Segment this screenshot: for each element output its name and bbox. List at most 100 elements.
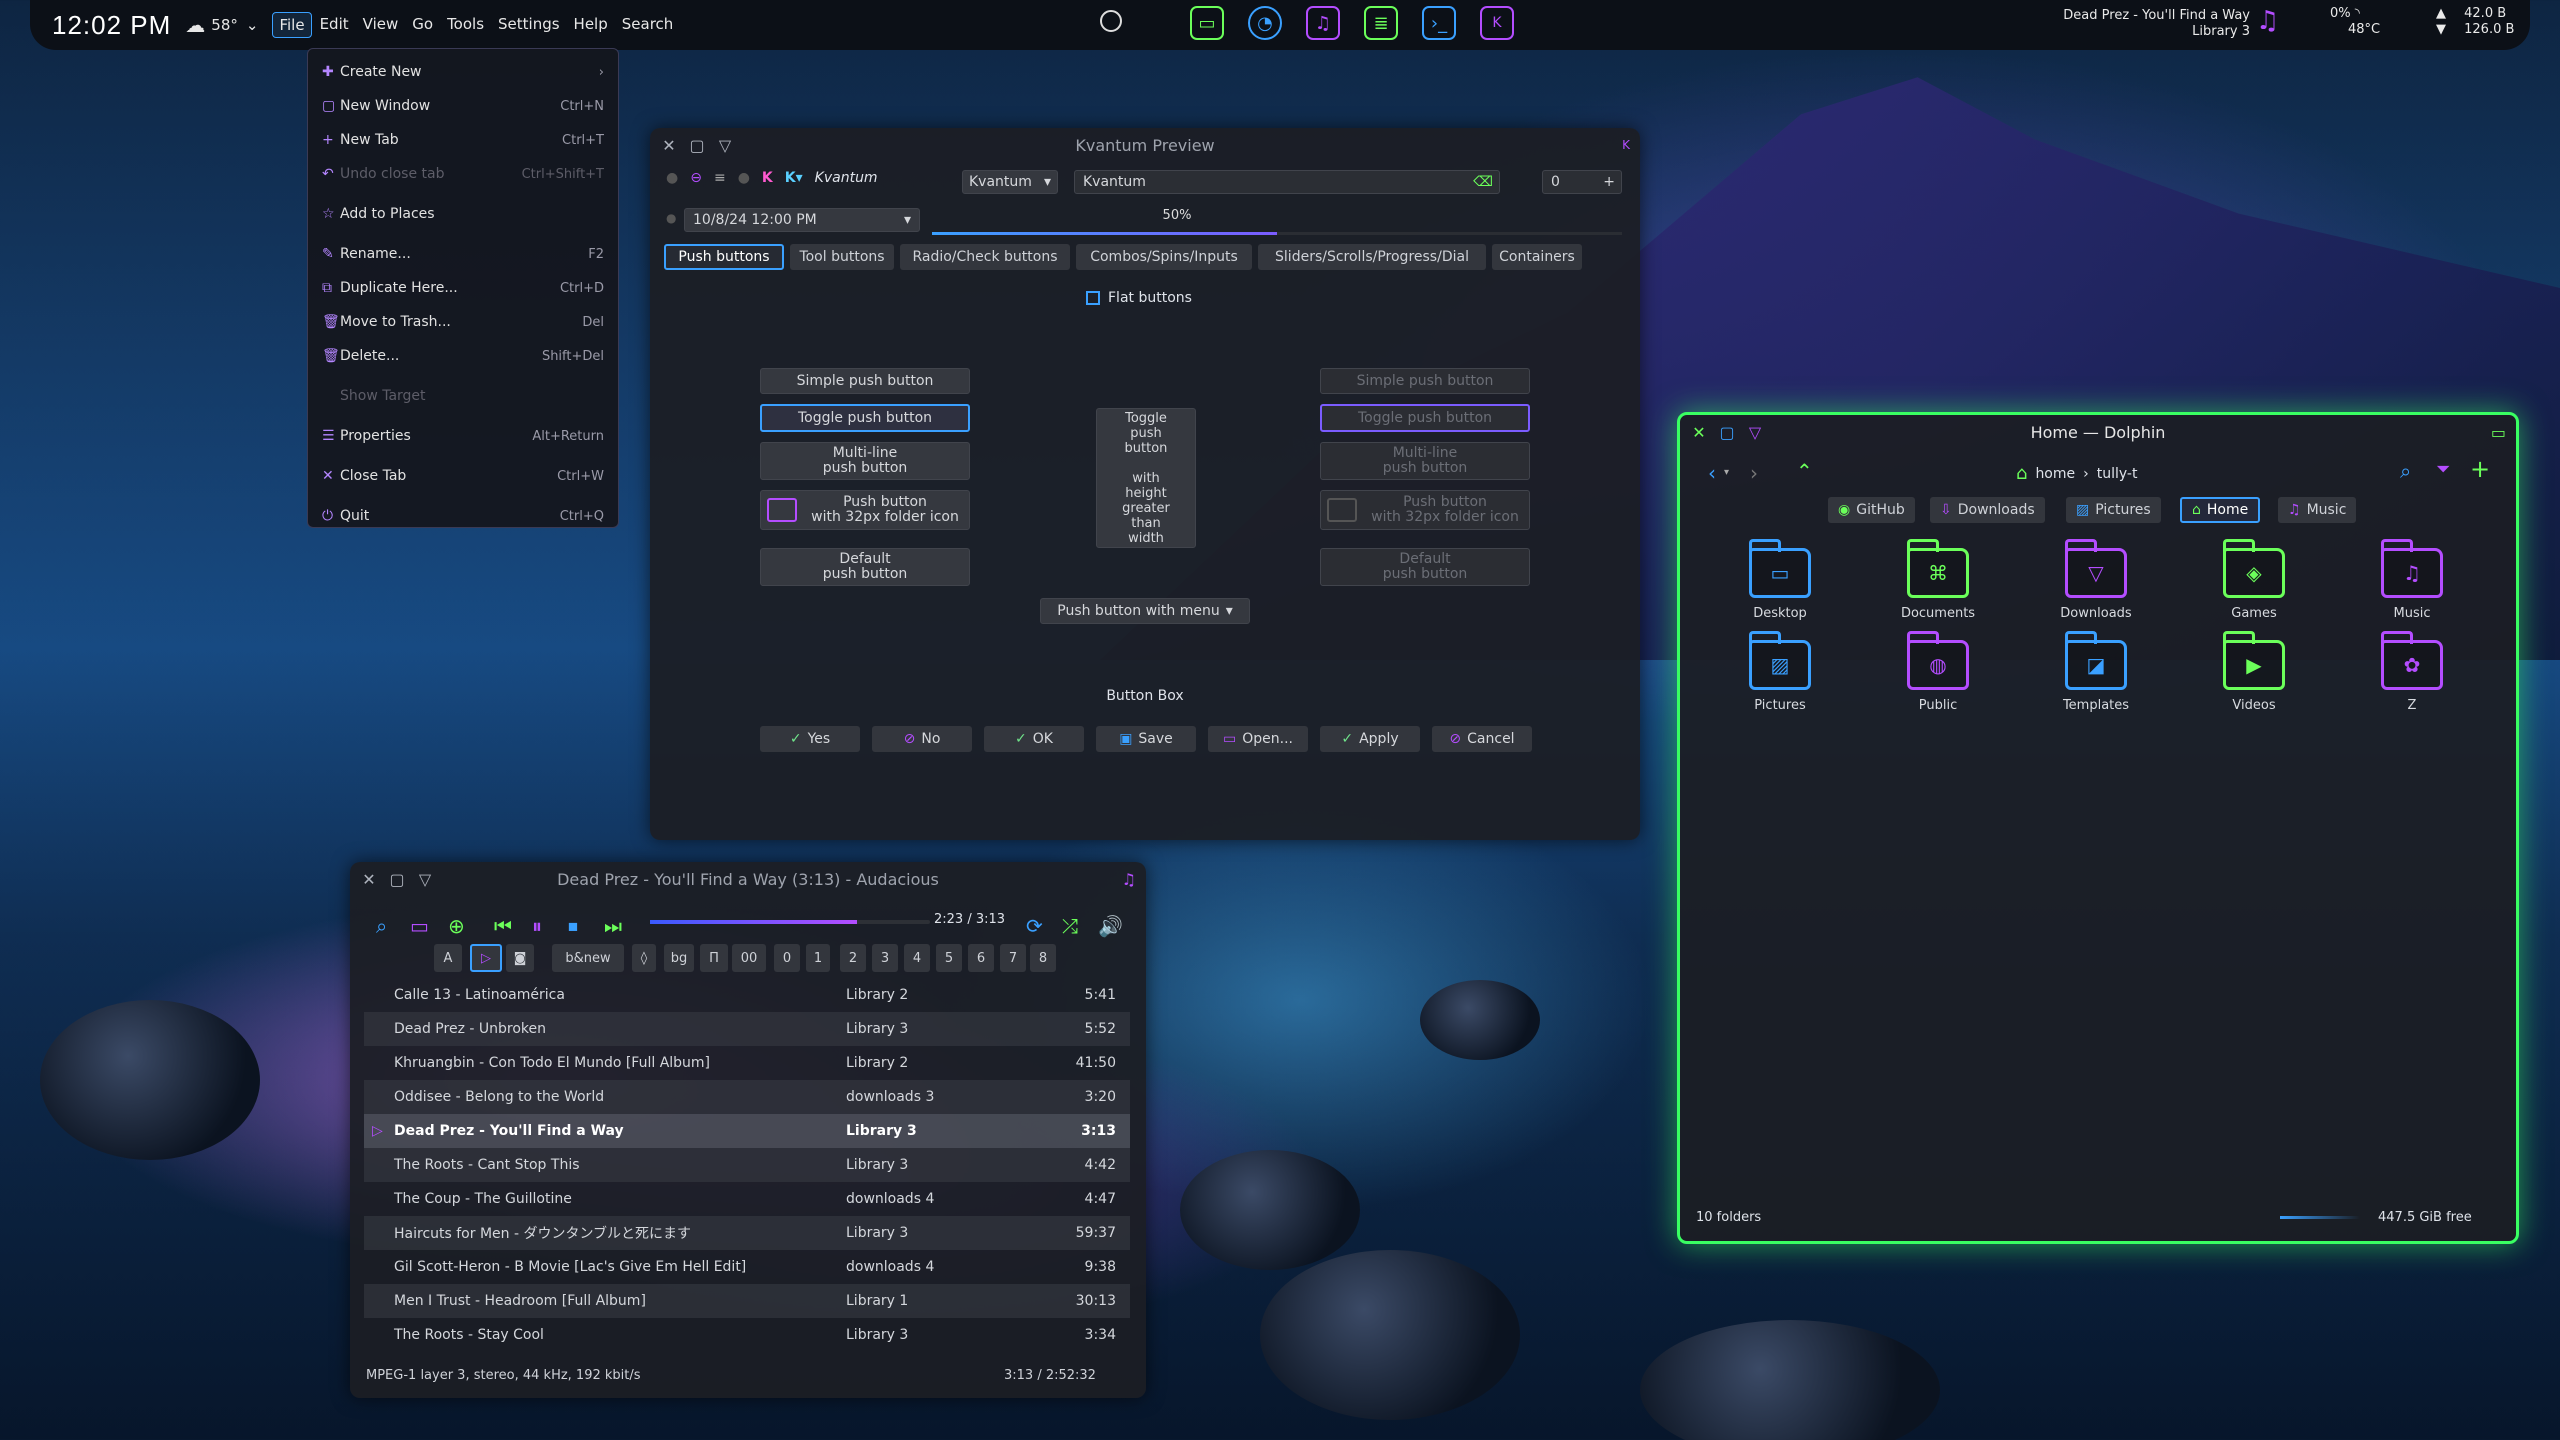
folder-item[interactable]: ♫ Music — [2352, 539, 2472, 621]
back-icon[interactable]: ‹ — [1708, 461, 1716, 485]
toggle-push-button[interactable]: Toggle push button — [760, 404, 970, 432]
clear-icon[interactable]: ⌫ — [1473, 174, 1493, 190]
file-menu-item[interactable]: 🗑 Delete... Shift+Del — [308, 339, 618, 373]
audacious-titlebar[interactable]: ✕ ▢ ▽ Dead Prez - You'll Find a Way (3:1… — [350, 862, 1146, 896]
browser-task-icon[interactable]: ◔ — [1248, 6, 1282, 40]
plus-icon[interactable]: + — [1603, 174, 1615, 190]
cancel-button[interactable]: ⊘ Cancel — [1432, 726, 1532, 752]
apply-button[interactable]: ✓ Apply — [1320, 726, 1420, 752]
playlist-row[interactable]: The Roots - Stay Cool Library 3 3:34 — [364, 1318, 1130, 1352]
system-monitor[interactable]: 0% ◝ 48°C — [2330, 6, 2380, 38]
tab-containers[interactable]: Containers — [1492, 244, 1582, 270]
forward-icon[interactable]: › — [1750, 461, 1758, 485]
network-speed[interactable]: ▲ 42.0 B ▼ 126.0 B — [2436, 6, 2514, 38]
volume-icon[interactable]: 🔊 — [1098, 914, 1123, 938]
folder-item[interactable]: ▽ Downloads — [2036, 539, 2156, 621]
place-downloads[interactable]: ⇩ Downloads — [1930, 497, 2045, 523]
toolbar-toggle-button[interactable]: A — [434, 944, 462, 972]
toolbar-toggle-button[interactable]: bg — [664, 944, 694, 972]
file-menu-item[interactable]: 🗑 Move to Trash... Del — [308, 305, 618, 339]
folder-item[interactable]: ▭ Desktop — [1720, 539, 1840, 621]
next-icon[interactable]: ⏭ — [604, 914, 622, 938]
push-button-with-menu[interactable]: Push button with menu ▾ — [1040, 598, 1250, 624]
toolbar-toggle-button[interactable]: 5 — [936, 944, 962, 972]
menu-help[interactable]: Help — [568, 12, 614, 38]
open-button[interactable]: ▭ Open... — [1208, 726, 1308, 752]
place-pictures[interactable]: ▨ Pictures — [2066, 497, 2161, 523]
toolbar-toggle-button[interactable]: b&new — [552, 944, 624, 972]
no-button[interactable]: ⊘ No — [872, 726, 972, 752]
toolbar-toggle-button[interactable]: 6 — [968, 944, 994, 972]
theme-combo[interactable]: Kvantum ▾ — [962, 170, 1058, 194]
toolbar-toggle-button[interactable]: 00 — [732, 944, 766, 972]
kvantum-text-input[interactable]: Kvantum ⌫ — [1074, 170, 1500, 194]
playlist-row[interactable]: ▷ Dead Prez - You'll Find a Way Library 3 3… — [364, 1114, 1130, 1148]
dolphin-task-icon[interactable]: ▭ — [1190, 6, 1224, 40]
place-github[interactable]: ◉ GitHub — [1828, 497, 1915, 523]
add-icon[interactable]: ⊕ — [448, 914, 465, 938]
toolbar-toggle-button[interactable]: ◙ — [506, 944, 534, 972]
now-playing[interactable]: Dead Prez - You'll Find a Way Library 3 — [1990, 8, 2250, 40]
folder-item[interactable]: ⌘ Documents — [1878, 539, 1998, 621]
toolbar-toggle-button[interactable]: 3 — [872, 944, 898, 972]
menu-settings[interactable]: Settings — [492, 12, 566, 38]
menu-tools[interactable]: Tools — [441, 12, 490, 38]
folder-item[interactable]: ▶ Videos — [2194, 631, 2314, 713]
file-menu-item[interactable]: ☰ Properties Alt+Return — [308, 419, 618, 453]
toolbar-toggle-button[interactable]: ▷ — [470, 944, 502, 972]
folder-icon-push-button[interactable]: Push button with 32px folder icon — [760, 490, 970, 530]
chevron-down-icon[interactable]: ⌄ — [246, 16, 259, 34]
toolbar-toggle-button[interactable]: Π — [700, 944, 728, 972]
stop-icon[interactable]: ⏹ — [568, 914, 578, 938]
file-menu-item[interactable]: ⏻ Quit Ctrl+Q — [308, 499, 618, 533]
seek-bar[interactable] — [650, 920, 930, 924]
music-note-icon[interactable]: ♫ — [2256, 6, 2279, 36]
multiline-push-button[interactable]: Multi-line push button — [760, 442, 970, 480]
save-button[interactable]: ▣ Save — [1096, 726, 1196, 752]
breadcrumb-user[interactable]: tully-t — [2097, 466, 2138, 482]
playlist-row[interactable]: Gil Scott-Heron - B Movie [Lac's Give Em… — [364, 1250, 1130, 1284]
simple-push-button[interactable]: Simple push button — [760, 368, 970, 394]
toolbar-toggle-button[interactable]: 0 — [774, 944, 800, 972]
toolbar-toggle-button[interactable]: 2 — [840, 944, 866, 972]
menu-view[interactable]: View — [357, 12, 405, 38]
file-menu-item[interactable]: ✕ Close Tab Ctrl+W — [308, 459, 618, 493]
tall-toggle-push-button[interactable]: Toggle push button with height greater t… — [1096, 408, 1196, 548]
folder-item[interactable]: ◪ Templates — [2036, 631, 2156, 713]
playlist-row[interactable]: Haircuts for Men - ダウンタンブルと死にます Library 3… — [364, 1216, 1130, 1250]
toolbar-toggle-button[interactable]: 7 — [1000, 944, 1026, 972]
audacious-task-icon[interactable]: ♫ — [1306, 6, 1340, 40]
open-folder-icon[interactable]: ▭ — [410, 914, 429, 938]
search-icon[interactable]: ⌕ — [376, 914, 387, 938]
playlist-row[interactable]: The Roots - Cant Stop This Library 3 4:42 — [364, 1148, 1130, 1182]
folder-item[interactable]: ▨ Pictures — [1720, 631, 1840, 713]
toolbar-toggle-button[interactable]: 4 — [904, 944, 930, 972]
menu-file[interactable]: File — [272, 12, 312, 38]
file-menu-item[interactable]: + New Tab Ctrl+T — [308, 123, 618, 157]
breadcrumb-home[interactable]: home — [2035, 466, 2075, 482]
playlist-row[interactable]: Oddisee - Belong to the World downloads 3… — [364, 1080, 1130, 1114]
toolbar-toggle-button[interactable]: ◊ — [632, 944, 656, 972]
pause-icon[interactable]: ⏸ — [532, 914, 542, 938]
dolphin-titlebar[interactable]: ✕ ▢ ▽ Home — Dolphin ▭ — [1680, 415, 2516, 449]
filter-icon[interactable]: ⏷ — [2436, 459, 2450, 480]
tab-radio-check-buttons[interactable]: Radio/Check buttons — [900, 244, 1070, 270]
terminal-task-icon[interactable]: ›_ — [1422, 6, 1456, 40]
default-push-button[interactable]: Default push button — [760, 548, 970, 586]
search-icon[interactable]: ⌕ — [2400, 459, 2411, 483]
shuffle-icon[interactable]: ⤮ — [1062, 914, 1078, 938]
up-icon[interactable]: ⌃ — [1796, 459, 1813, 483]
playlist-row[interactable]: Calle 13 - Latinoamérica Library 2 5:41 — [364, 978, 1130, 1012]
tab-sliders[interactable]: Sliders/Scrolls/Progress/Dial — [1258, 244, 1486, 270]
playlist-row[interactable]: Men I Trust - Headroom [Full Album] Libra… — [364, 1284, 1130, 1318]
new-tab-icon[interactable]: + — [2470, 455, 2490, 483]
yes-button[interactable]: ✓ Yes — [760, 726, 860, 752]
spinbox[interactable]: 0 + — [1542, 170, 1622, 194]
clock[interactable]: 12:02 PM — [52, 10, 171, 41]
playlist-row[interactable]: Dead Prez - Unbroken Library 3 5:52 — [364, 1012, 1130, 1046]
list-icon[interactable]: ≡ — [714, 170, 726, 186]
folder-item[interactable]: ◈ Games — [2194, 539, 2314, 621]
file-menu-item[interactable]: ☆ Add to Places — [308, 197, 618, 231]
kvantum-task-icon[interactable]: K — [1480, 6, 1514, 40]
file-menu-item[interactable]: ✚ Create New › — [308, 55, 618, 89]
